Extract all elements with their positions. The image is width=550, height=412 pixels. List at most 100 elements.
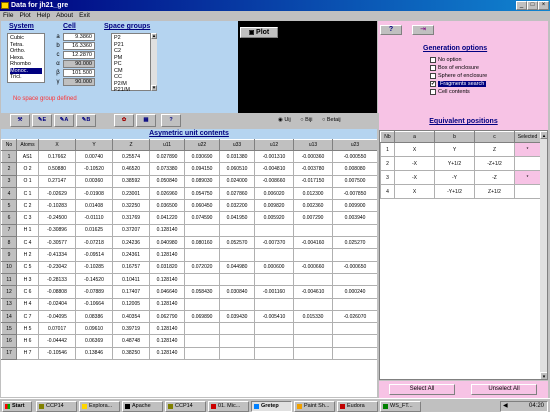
cell-b-field[interactable]: 16.3360 xyxy=(63,42,95,50)
table-cell[interactable]: -0.10520 xyxy=(75,162,113,176)
table-cell[interactable]: -0.000550 xyxy=(332,149,377,164)
table-cell[interactable]: 0.060450 xyxy=(184,199,220,213)
table-cell[interactable]: 0.005920 xyxy=(254,211,294,225)
radio-uij[interactable]: ◉ Uij xyxy=(278,117,291,123)
row-number[interactable]: 5 xyxy=(1,199,17,213)
table-cell[interactable]: -0.41334 xyxy=(38,248,76,262)
table-cell[interactable] xyxy=(219,346,255,361)
table-cell[interactable] xyxy=(293,248,333,262)
equiv-scrollbar[interactable]: ▴ ▾ xyxy=(540,131,547,379)
table-cell[interactable] xyxy=(184,248,220,262)
table-cell[interactable]: -0.24500 xyxy=(38,211,76,225)
column-header[interactable]: Atoms xyxy=(16,139,39,151)
tool-button-a[interactable]: ✎A xyxy=(54,114,74,127)
table-cell[interactable]: X xyxy=(394,184,435,199)
column-header[interactable]: X xyxy=(38,139,76,151)
table-cell[interactable]: H 6 xyxy=(16,334,39,348)
table-cell[interactable] xyxy=(254,297,294,311)
table-cell[interactable]: 0.041220 xyxy=(149,211,185,225)
column-header[interactable]: c xyxy=(474,131,515,143)
table-cell[interactable]: -Y+1/2 xyxy=(434,184,475,199)
table-cell[interactable]: 0.026960 xyxy=(149,186,185,201)
table-cell[interactable]: 4 xyxy=(380,184,395,199)
table-cell[interactable]: 2 xyxy=(380,156,395,171)
row-number[interactable]: 4 xyxy=(1,186,17,201)
checkbox[interactable] xyxy=(430,56,436,63)
table-cell[interactable] xyxy=(184,297,220,311)
table-cell[interactable]: -X xyxy=(394,170,435,185)
menu-about[interactable]: About xyxy=(53,12,76,19)
table-cell[interactable]: 0.058430 xyxy=(184,285,220,299)
tool-button-table[interactable]: ▦ xyxy=(136,114,156,127)
table-cell[interactable] xyxy=(332,248,377,262)
column-header[interactable]: Z xyxy=(112,139,150,151)
table-cell[interactable]: 0.072020 xyxy=(184,260,220,274)
table-cell[interactable]: -0.001310 xyxy=(254,149,294,164)
table-cell[interactable]: 1 xyxy=(380,142,395,157)
table-cell[interactable]: 0.06369 xyxy=(75,334,113,348)
task-ccp14-2[interactable]: CCP14 xyxy=(165,401,206,412)
table-cell[interactable]: -0.001160 xyxy=(254,285,294,299)
row-number[interactable]: 12 xyxy=(1,285,17,299)
option-no-option[interactable]: No option xyxy=(430,56,498,64)
table-cell[interactable]: -0.07218 xyxy=(75,236,113,250)
table-cell[interactable] xyxy=(184,322,220,336)
table-cell[interactable]: 0.080160 xyxy=(184,236,220,250)
table-cell[interactable]: 0.128140 xyxy=(149,334,185,348)
table-cell[interactable]: C 3 xyxy=(16,211,39,225)
table-cell[interactable] xyxy=(254,223,294,238)
table-cell[interactable] xyxy=(254,322,294,336)
table-cell[interactable]: 0.46520 xyxy=(112,162,150,176)
table-cell[interactable]: 0.027890 xyxy=(149,149,185,164)
table-cell[interactable]: 0.054750 xyxy=(184,186,220,201)
task-apache[interactable]: Apache xyxy=(122,401,163,412)
table-cell[interactable]: 0.27147 xyxy=(38,174,76,188)
row-number[interactable]: 3 xyxy=(1,174,17,188)
column-header[interactable]: b xyxy=(434,131,475,143)
table-cell[interactable]: 0.00740 xyxy=(75,149,113,164)
exit-door-button[interactable]: ⇥ xyxy=(412,25,434,35)
space-group-scrollbar[interactable]: ▴ ▾ xyxy=(151,33,157,91)
close-button[interactable]: × xyxy=(538,1,549,10)
table-cell[interactable]: C 2 xyxy=(16,199,39,213)
row-number[interactable]: 16 xyxy=(1,334,17,348)
checkbox[interactable] xyxy=(430,64,436,71)
table-cell[interactable]: C 6 xyxy=(16,285,39,299)
row-number[interactable]: 8 xyxy=(1,236,17,250)
table-cell[interactable]: 0.128140 xyxy=(149,248,185,262)
table-cell[interactable]: 0.007290 xyxy=(293,211,333,225)
table-cell[interactable] xyxy=(184,334,220,348)
table-cell[interactable] xyxy=(219,272,255,287)
selected-cell[interactable] xyxy=(514,156,541,171)
column-header[interactable]: Nb xyxy=(380,131,395,143)
table-cell[interactable] xyxy=(332,297,377,311)
table-cell[interactable]: -0.017150 xyxy=(293,174,333,188)
table-cell[interactable]: 0.00360 xyxy=(75,174,113,188)
plot-button[interactable]: ▣ Plot xyxy=(240,27,278,38)
table-cell[interactable]: -0.01110 xyxy=(75,211,113,225)
table-cell[interactable] xyxy=(184,223,220,238)
table-cell[interactable]: 0.012300 xyxy=(293,186,333,201)
table-cell[interactable] xyxy=(293,297,333,311)
table-cell[interactable]: 0.48748 xyxy=(112,334,150,348)
table-cell[interactable]: 0.40354 xyxy=(112,309,150,324)
table-cell[interactable] xyxy=(293,346,333,361)
table-cell[interactable]: 0.031380 xyxy=(219,149,255,164)
table-cell[interactable]: 0.08386 xyxy=(75,309,113,324)
table-cell[interactable]: -0.004810 xyxy=(254,162,294,176)
table-cell[interactable]: -0.14520 xyxy=(75,272,113,287)
table-cell[interactable]: 0.039430 xyxy=(219,309,255,324)
table-cell[interactable]: -0.000360 xyxy=(293,149,333,164)
table-cell[interactable]: 0.09610 xyxy=(75,322,113,336)
table-cell[interactable]: 0.128140 xyxy=(149,322,185,336)
space-group-list[interactable]: P2 P21 C2 PM PC CM CC P2/M P21/M xyxy=(111,33,151,93)
table-cell[interactable] xyxy=(332,223,377,238)
table-cell[interactable]: 0.025270 xyxy=(332,236,377,250)
table-cell[interactable]: 0.060510 xyxy=(219,162,255,176)
table-cell[interactable] xyxy=(219,223,255,238)
column-header[interactable]: u12 xyxy=(254,139,294,151)
table-cell[interactable]: 0.13846 xyxy=(75,346,113,361)
menu-help[interactable]: Help xyxy=(34,12,53,19)
minimize-button[interactable]: _ xyxy=(516,1,527,10)
radio-bij[interactable]: ○ Biji xyxy=(300,117,312,123)
